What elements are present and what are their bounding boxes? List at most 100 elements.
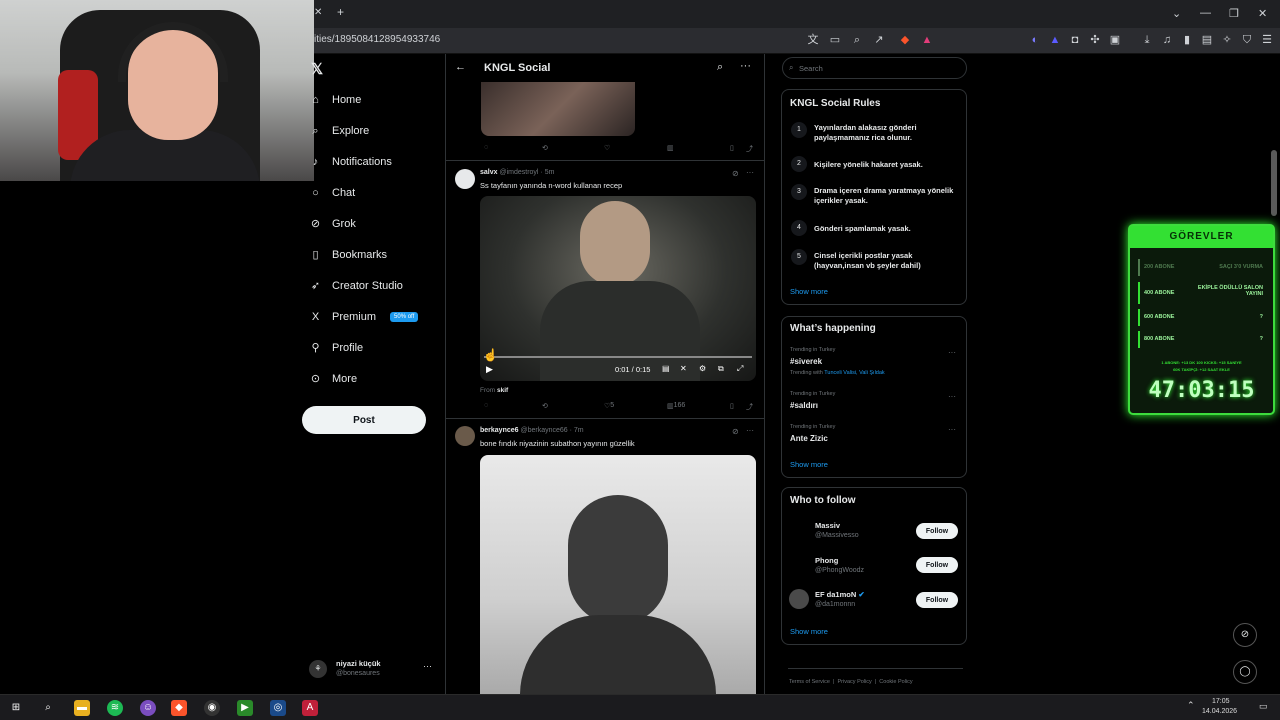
bookmark-icon[interactable]: ▯ (730, 144, 734, 152)
new-tab-button[interactable]: + (337, 5, 344, 19)
pip-icon[interactable]: ⧉ (718, 364, 724, 374)
rules-show-more[interactable]: Show more (790, 287, 828, 296)
mute-icon[interactable]: ✕ (680, 364, 687, 373)
maximize-icon[interactable]: ❐ (1229, 7, 1239, 20)
views-icon[interactable]: ▥ (667, 144, 674, 152)
feed-post[interactable]: salvx @imdestroyl · 5m ⊘ ··· Ss tayfanın… (446, 161, 764, 419)
follow-button[interactable]: Follow (916, 592, 958, 608)
avatar[interactable] (455, 169, 475, 189)
nav-chat[interactable]: ○ Chat (309, 183, 355, 203)
play-icon[interactable]: ▶ (486, 364, 493, 375)
reply-icon[interactable]: ◌ (484, 402, 488, 409)
nav-more[interactable]: ⊙ More (309, 369, 357, 389)
kick-app-icon[interactable]: ▶ (237, 700, 253, 716)
follow-button[interactable]: Follow (916, 557, 958, 573)
post-handle[interactable]: @berkaynce66 (520, 427, 567, 434)
follow-button[interactable]: Follow (916, 523, 958, 539)
tab-list-chevron-icon[interactable]: ⌄ (1172, 7, 1181, 20)
more-icon[interactable]: ··· (740, 60, 751, 72)
windows-start-icon[interactable]: ⊞ (8, 700, 24, 716)
notification-icon[interactable]: ▭ (1259, 701, 1268, 712)
follow-show-more[interactable]: Show more (790, 627, 828, 636)
video-player[interactable]: ▶ 0:01 / 0:15 ▤ ✕ ⚙ ⧉ ⤢ (480, 196, 756, 381)
fullscreen-icon[interactable]: ⤢ (737, 364, 743, 374)
views-button[interactable]: ▥ 166 (667, 402, 685, 410)
avatar[interactable] (789, 555, 809, 575)
zoom-icon[interactable]: ⌕ (850, 33, 864, 47)
grok-icon[interactable]: ⊘ (732, 169, 739, 178)
extension-a-icon[interactable]: ◐ (1028, 33, 1042, 47)
spotify-icon[interactable]: ≋ (107, 700, 123, 716)
from-user[interactable]: skif (497, 387, 508, 394)
url-text[interactable]: ities/1895084128954933746 (314, 34, 440, 45)
privacy-link[interactable]: Privacy Policy (838, 679, 872, 685)
nav-notifications[interactable]: ♪ Notifications (309, 152, 392, 172)
download-icon[interactable]: ⤓ (1140, 33, 1154, 47)
settings-icon[interactable]: ⚙ (699, 364, 706, 373)
brave-rewards-icon[interactable]: ▲ (920, 33, 934, 47)
nav-premium[interactable]: X Premium 50% off (309, 307, 419, 327)
share-icon[interactable]: ⤴ (746, 402, 753, 412)
nav-home[interactable]: ⌂ Home (309, 90, 361, 110)
tray-chevron-icon[interactable]: ⌃ (1187, 700, 1195, 711)
grok-icon[interactable]: ⊘ (732, 427, 739, 436)
leo-icon[interactable]: ✧ (1220, 33, 1234, 47)
terms-link[interactable]: Terms of Service (789, 679, 830, 685)
avatar[interactable] (789, 519, 809, 539)
nav-bookmarks[interactable]: ▯ Bookmarks (309, 245, 387, 265)
nav-profile[interactable]: ⚲ Profile (309, 338, 363, 358)
bookmark-icon[interactable]: ▯ (730, 402, 734, 410)
nav-explore[interactable]: ⌕ Explore (309, 121, 369, 141)
brave-shield-icon[interactable]: ◆ (898, 33, 912, 47)
clock-date[interactable]: 14.04.2026 (1202, 708, 1237, 715)
nav-grok[interactable]: ⊘ Grok (309, 214, 356, 234)
post-button[interactable]: Post (302, 406, 426, 434)
chat-bubble-icon[interactable]: ◯ (1233, 660, 1257, 684)
repost-icon[interactable]: ⟲ (542, 402, 548, 410)
brave-browser-icon[interactable]: ◆ (171, 700, 187, 716)
post-image[interactable] (481, 82, 635, 136)
wallet-icon[interactable]: ▤ (1200, 33, 1214, 47)
back-arrow-icon[interactable]: ← (455, 61, 466, 73)
avatar[interactable] (455, 426, 475, 446)
close-window-icon[interactable]: ✕ (1258, 7, 1267, 20)
clock-time[interactable]: 17:05 (1212, 698, 1230, 705)
media-icon[interactable]: ♫ (1160, 33, 1174, 47)
translate-icon[interactable]: 文 (806, 33, 820, 47)
close-tab-icon[interactable]: ✕ (314, 7, 322, 18)
more-icon[interactable]: ··· (746, 168, 754, 177)
cookie-link[interactable]: Cookie Policy (879, 679, 912, 685)
reply-icon[interactable]: ◌ (484, 144, 488, 151)
vpn-icon[interactable]: ⛉ (1240, 33, 1254, 47)
more-icon[interactable]: ··· (948, 348, 956, 357)
post-handle[interactable]: @imdestroyl (499, 169, 538, 176)
obs-icon[interactable]: ◉ (204, 700, 220, 716)
feed-post[interactable]: berkaynce6 @berkaynce66 · 7m ⊘ ··· bone … (446, 419, 764, 694)
share-icon[interactable]: ↗ (872, 33, 886, 47)
captions-icon[interactable]: ▤ (662, 364, 670, 373)
account-switcher[interactable]: ⚘ niyazi küçük @bonesaures ··· (309, 656, 439, 684)
share-icon[interactable]: ⤴ (746, 144, 753, 154)
video-progress-bar[interactable] (484, 356, 752, 358)
more-icon[interactable]: ··· (948, 392, 956, 401)
more-icon[interactable]: ··· (746, 426, 754, 435)
avatar[interactable] (789, 589, 809, 609)
cast-icon[interactable]: ▭ (828, 33, 842, 47)
extension-c-icon[interactable]: ◘ (1068, 33, 1082, 47)
extension-b-icon[interactable]: ▲ (1048, 33, 1062, 47)
steam-icon[interactable]: ◎ (270, 700, 286, 716)
menu-icon[interactable]: ☰ (1260, 33, 1274, 47)
page-scrollbar[interactable] (1271, 150, 1277, 216)
x-logo-icon[interactable]: 𝕏 (311, 60, 323, 78)
grok-icon[interactable]: ⊘ (1233, 623, 1257, 647)
puzzle-icon[interactable]: ✣ (1088, 33, 1102, 47)
extension-d-icon[interactable]: ▣ (1108, 33, 1122, 47)
post-username[interactable]: berkaynce6 (480, 427, 519, 434)
happening-show-more[interactable]: Show more (790, 460, 828, 469)
search-input[interactable]: ⌕ Search (782, 57, 967, 79)
like-button[interactable]: ♡ 5 (604, 402, 614, 410)
minimize-icon[interactable]: — (1200, 7, 1211, 19)
file-explorer-icon[interactable]: ▬ (74, 700, 90, 716)
search-icon[interactable]: ⌕ (40, 700, 56, 716)
more-icon[interactable]: ··· (948, 425, 956, 434)
